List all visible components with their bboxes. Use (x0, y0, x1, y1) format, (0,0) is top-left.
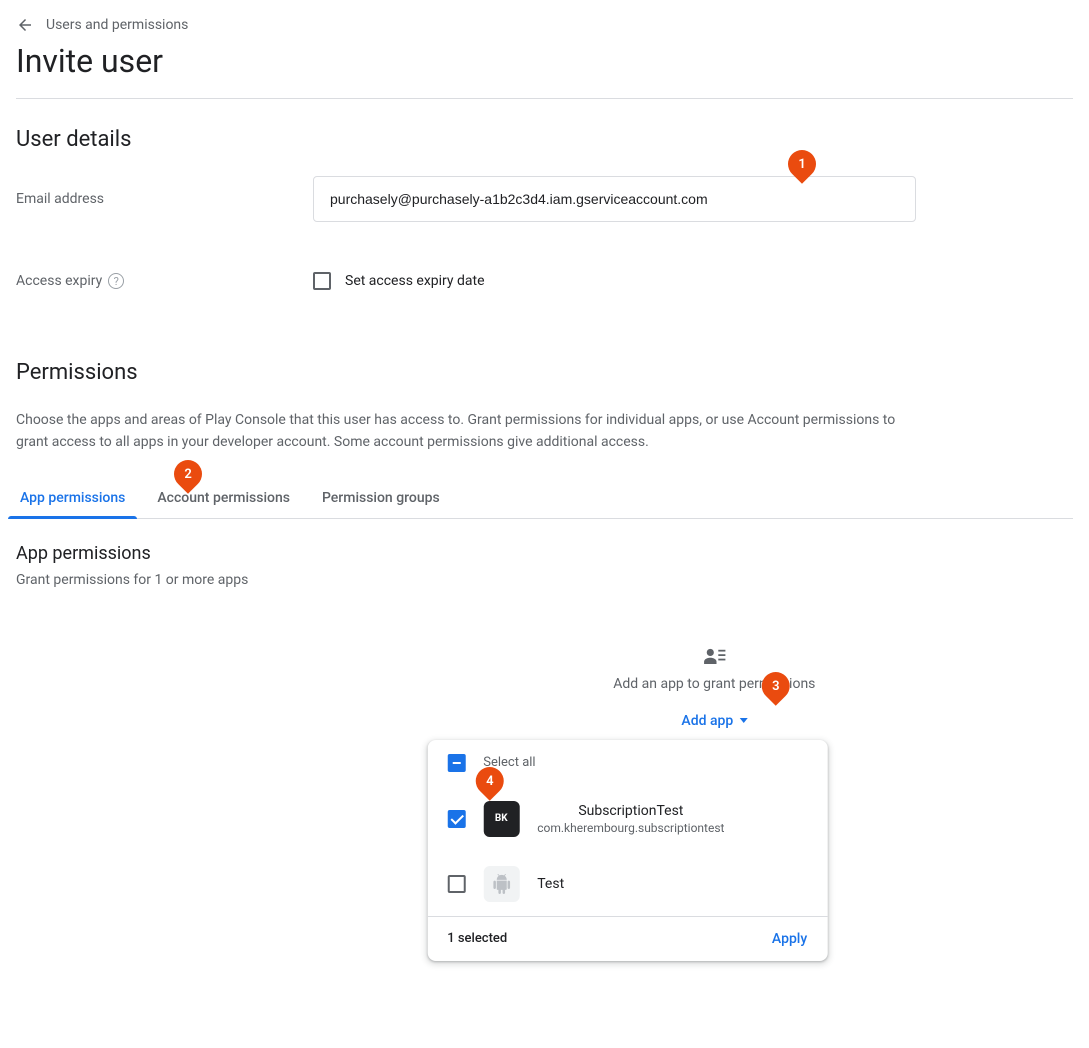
app-icon (483, 866, 519, 902)
user-details-title: User details (16, 127, 1073, 152)
callout-3: 3 (755, 666, 795, 706)
back-arrow-icon[interactable] (16, 16, 34, 34)
app-permissions-subtitle: App permissions (16, 543, 1073, 564)
app-package-id: com.kherembourg.subscriptiontest (537, 821, 724, 835)
app-name: Test (537, 876, 564, 892)
permissions-tabs: App permissions Account permissions Perm… (16, 478, 1073, 519)
set-expiry-label: Set access expiry date (345, 273, 485, 289)
permissions-title: Permissions (16, 360, 1073, 385)
dropdown-caret-icon (739, 718, 747, 723)
app-row-subscriptiontest[interactable]: BK SubscriptionTest com.kherembourg.subs… (427, 786, 827, 851)
app-permissions-empty-state: Add an app to grant permissions Add app … (16, 648, 1073, 1008)
tab-account-permissions[interactable]: Account permissions (153, 478, 294, 518)
email-input[interactable] (313, 176, 916, 222)
breadcrumb: Users and permissions (16, 16, 1073, 34)
app-checkbox[interactable] (447, 875, 465, 893)
email-label: Email address (16, 191, 313, 207)
apply-button[interactable]: Apply (772, 931, 807, 947)
app-name: SubscriptionTest (537, 803, 724, 819)
tab-app-permissions[interactable]: App permissions (16, 478, 129, 518)
permissions-description: Choose the apps and areas of Play Consol… (16, 409, 916, 454)
access-expiry-row: Access expiry ? Set access expiry date (16, 272, 1073, 290)
app-icon: BK (483, 801, 519, 837)
app-permissions-description: Grant permissions for 1 or more apps (16, 572, 1073, 588)
tab-permission-groups[interactable]: Permission groups (318, 478, 444, 518)
app-row-test[interactable]: Test (427, 851, 827, 916)
breadcrumb-parent[interactable]: Users and permissions (46, 17, 188, 33)
person-list-icon (703, 648, 725, 664)
access-expiry-label: Access expiry ? (16, 273, 313, 289)
select-all-checkbox[interactable] (447, 754, 465, 772)
set-expiry-checkbox[interactable] (313, 272, 331, 290)
android-icon (491, 874, 511, 894)
divider (16, 98, 1073, 99)
email-row: Email address 1 (16, 176, 1073, 222)
app-picker-popover: Select all BK SubscriptionTest com.khere… (427, 740, 827, 961)
help-icon[interactable]: ? (108, 273, 124, 289)
add-app-button[interactable]: Add app (681, 713, 747, 729)
selected-count: 1 selected (447, 931, 507, 946)
app-checkbox[interactable] (447, 810, 465, 828)
page-title: Invite user (16, 42, 1073, 80)
popover-footer: 1 selected Apply 5 (427, 916, 827, 961)
